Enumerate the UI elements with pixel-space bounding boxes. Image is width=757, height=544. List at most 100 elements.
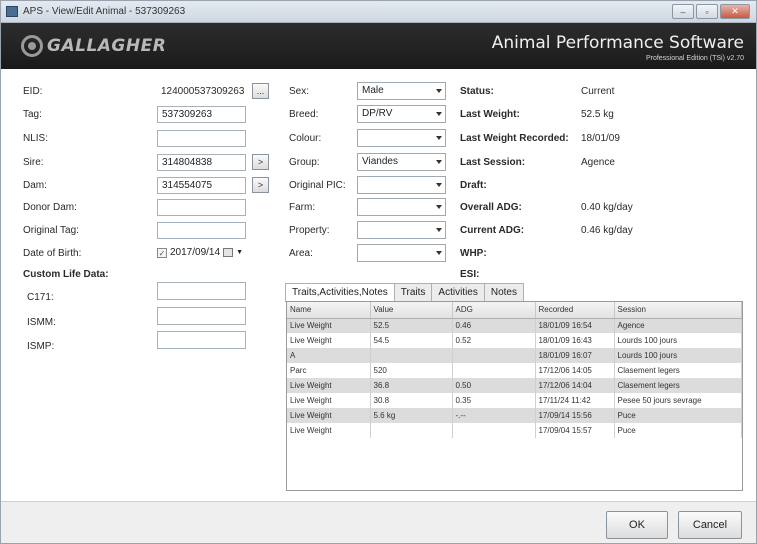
gallagher-logo-icon	[21, 35, 43, 57]
grid-header-row: Name Value ADG Recorded Session	[287, 302, 742, 319]
donor-dam-label: Donor Dam:	[23, 202, 77, 213]
area-select[interactable]	[357, 244, 446, 262]
original-pic-select[interactable]	[357, 176, 446, 194]
dob-picker[interactable]: ✓ 2017/09/14 ▼	[157, 244, 243, 261]
original-tag-field[interactable]	[157, 222, 246, 239]
last-session-value: Agence	[581, 157, 615, 168]
table-row[interactable]: Live Weight 30.8 0.35 17/11/24 11:42 Pes…	[287, 393, 742, 408]
cell-adg: 0.50	[452, 378, 536, 393]
eid-value: 124000537309263	[161, 86, 245, 97]
title-bar[interactable]: APS - View/Edit Animal - 537309263 – ▫ ✕	[1, 1, 756, 23]
window-title: APS - View/Edit Animal - 537309263	[23, 6, 186, 17]
table-row[interactable]: Live Weight 17/09/04 15:57 Puce	[287, 423, 742, 438]
nlis-field[interactable]	[157, 130, 246, 147]
logo-text: GALLAGHER	[47, 36, 167, 56]
overall-adg-label: Overall ADG:	[460, 202, 522, 213]
tab-traits[interactable]: Traits	[393, 283, 433, 301]
eid-browse-button[interactable]: ...	[252, 83, 269, 99]
group-value: Viandes	[362, 156, 398, 167]
ismm-field[interactable]	[157, 307, 246, 325]
cell-value	[370, 423, 453, 438]
column-header-value[interactable]: Value	[370, 302, 453, 319]
table-row[interactable]: Live Weight 5.6 kg -.-- 17/09/14 15:56 P…	[287, 408, 742, 423]
chevron-down-icon	[436, 228, 442, 232]
records-grid[interactable]: Name Value ADG Recorded Session Live Wei…	[286, 301, 743, 491]
cell-adg: 0.35	[452, 393, 536, 408]
donor-dam-field[interactable]	[157, 199, 246, 216]
cell-name: Live Weight	[287, 408, 371, 423]
cell-value: 54.5	[370, 333, 453, 348]
dob-dropdown-icon[interactable]: ▼	[236, 249, 243, 256]
colour-select[interactable]	[357, 129, 446, 147]
original-pic-label: Original PIC:	[289, 180, 346, 191]
dam-goto-button[interactable]: >	[252, 177, 269, 193]
dam-label: Dam:	[23, 180, 47, 191]
cell-value	[370, 348, 453, 363]
column-header-adg[interactable]: ADG	[452, 302, 536, 319]
column-header-recorded[interactable]: Recorded	[535, 302, 615, 319]
status-value: Current	[581, 86, 615, 97]
header-banner: GALLAGHER Animal Performance Software Pr…	[1, 23, 756, 69]
table-row[interactable]: Live Weight 36.8 0.50 17/12/06 14:04 Cla…	[287, 378, 742, 393]
cell-adg: 0.52	[452, 333, 536, 348]
c171-field[interactable]	[157, 282, 246, 300]
breed-select[interactable]: DP/RV	[357, 105, 446, 123]
group-select[interactable]: Viandes	[357, 153, 446, 171]
original-tag-label: Original Tag:	[23, 225, 79, 236]
group-label: Group:	[289, 157, 320, 168]
cell-name: Live Weight	[287, 393, 371, 408]
cell-session: Clasement legers	[614, 378, 742, 393]
close-button[interactable]: ✕	[720, 4, 750, 19]
cell-session: Puce	[614, 408, 742, 423]
sire-label: Sire:	[23, 157, 44, 168]
minimize-button[interactable]: –	[672, 4, 694, 19]
cell-adg	[452, 363, 536, 378]
cell-name: Live Weight	[287, 423, 371, 438]
last-session-label: Last Session:	[460, 157, 526, 168]
cell-recorded: 18/01/09 16:54	[535, 318, 615, 333]
current-adg-label: Current ADG:	[460, 225, 525, 236]
cancel-button[interactable]: Cancel	[678, 511, 742, 539]
sex-select[interactable]: Male	[357, 82, 446, 100]
sire-field[interactable]: 314804838	[157, 154, 246, 171]
table-row[interactable]: Live Weight 54.5 0.52 18/01/09 16:43 Lou…	[287, 333, 742, 348]
cell-session: Agence	[614, 318, 742, 333]
chevron-down-icon	[436, 89, 442, 93]
ismp-field[interactable]	[157, 331, 246, 349]
column-header-name[interactable]: Name	[287, 302, 371, 319]
dob-value[interactable]: 2017/09/14	[170, 247, 220, 258]
property-label: Property:	[289, 225, 330, 236]
dob-checkbox[interactable]: ✓	[157, 247, 167, 258]
eid-label: EID:	[23, 86, 43, 97]
farm-select[interactable]	[357, 198, 446, 216]
view-edit-animal-window: APS - View/Edit Animal - 537309263 – ▫ ✕…	[0, 0, 757, 544]
dialog-footer: OK Cancel	[1, 501, 756, 543]
records-table: Name Value ADG Recorded Session Live Wei…	[287, 302, 742, 438]
tab-activities[interactable]: Activities	[431, 283, 485, 301]
area-label: Area:	[289, 248, 313, 259]
record-tabs: Traits,Activities,Notes Traits Activitie…	[285, 283, 524, 302]
sex-label: Sex:	[289, 86, 310, 97]
custom-life-data-heading: Custom Life Data:	[23, 269, 109, 280]
tab-notes[interactable]: Notes	[483, 283, 524, 301]
cell-session: Clasement legers	[614, 363, 742, 378]
tab-traits-activities-notes[interactable]: Traits,Activities,Notes	[285, 283, 395, 302]
table-row[interactable]: Parc 520 17/12/06 14:05 Clasement legers	[287, 363, 742, 378]
table-row[interactable]: Live Weight 52.5 0.46 18/01/09 16:54 Age…	[287, 318, 742, 333]
dam-field[interactable]: 314554075	[157, 177, 246, 194]
cell-recorded: 17/12/06 14:04	[535, 378, 615, 393]
cell-value: 36.8	[370, 378, 453, 393]
property-select[interactable]	[357, 221, 446, 239]
nlis-label: NLIS:	[23, 133, 49, 144]
calendar-icon[interactable]	[223, 248, 234, 257]
sire-goto-button[interactable]: >	[252, 154, 269, 170]
cell-session: Lourds 100 jours	[614, 333, 742, 348]
last-weight-value: 52.5 kg	[581, 109, 614, 120]
cell-name: Parc	[287, 363, 371, 378]
ok-button[interactable]: OK	[606, 511, 668, 539]
tag-field[interactable]: 537309263	[157, 106, 246, 123]
column-header-session[interactable]: Session	[614, 302, 742, 319]
maximize-button[interactable]: ▫	[696, 4, 718, 19]
table-row[interactable]: A 18/01/09 16:07 Lourds 100 jours	[287, 348, 742, 363]
dob-label: Date of Birth:	[23, 248, 82, 259]
